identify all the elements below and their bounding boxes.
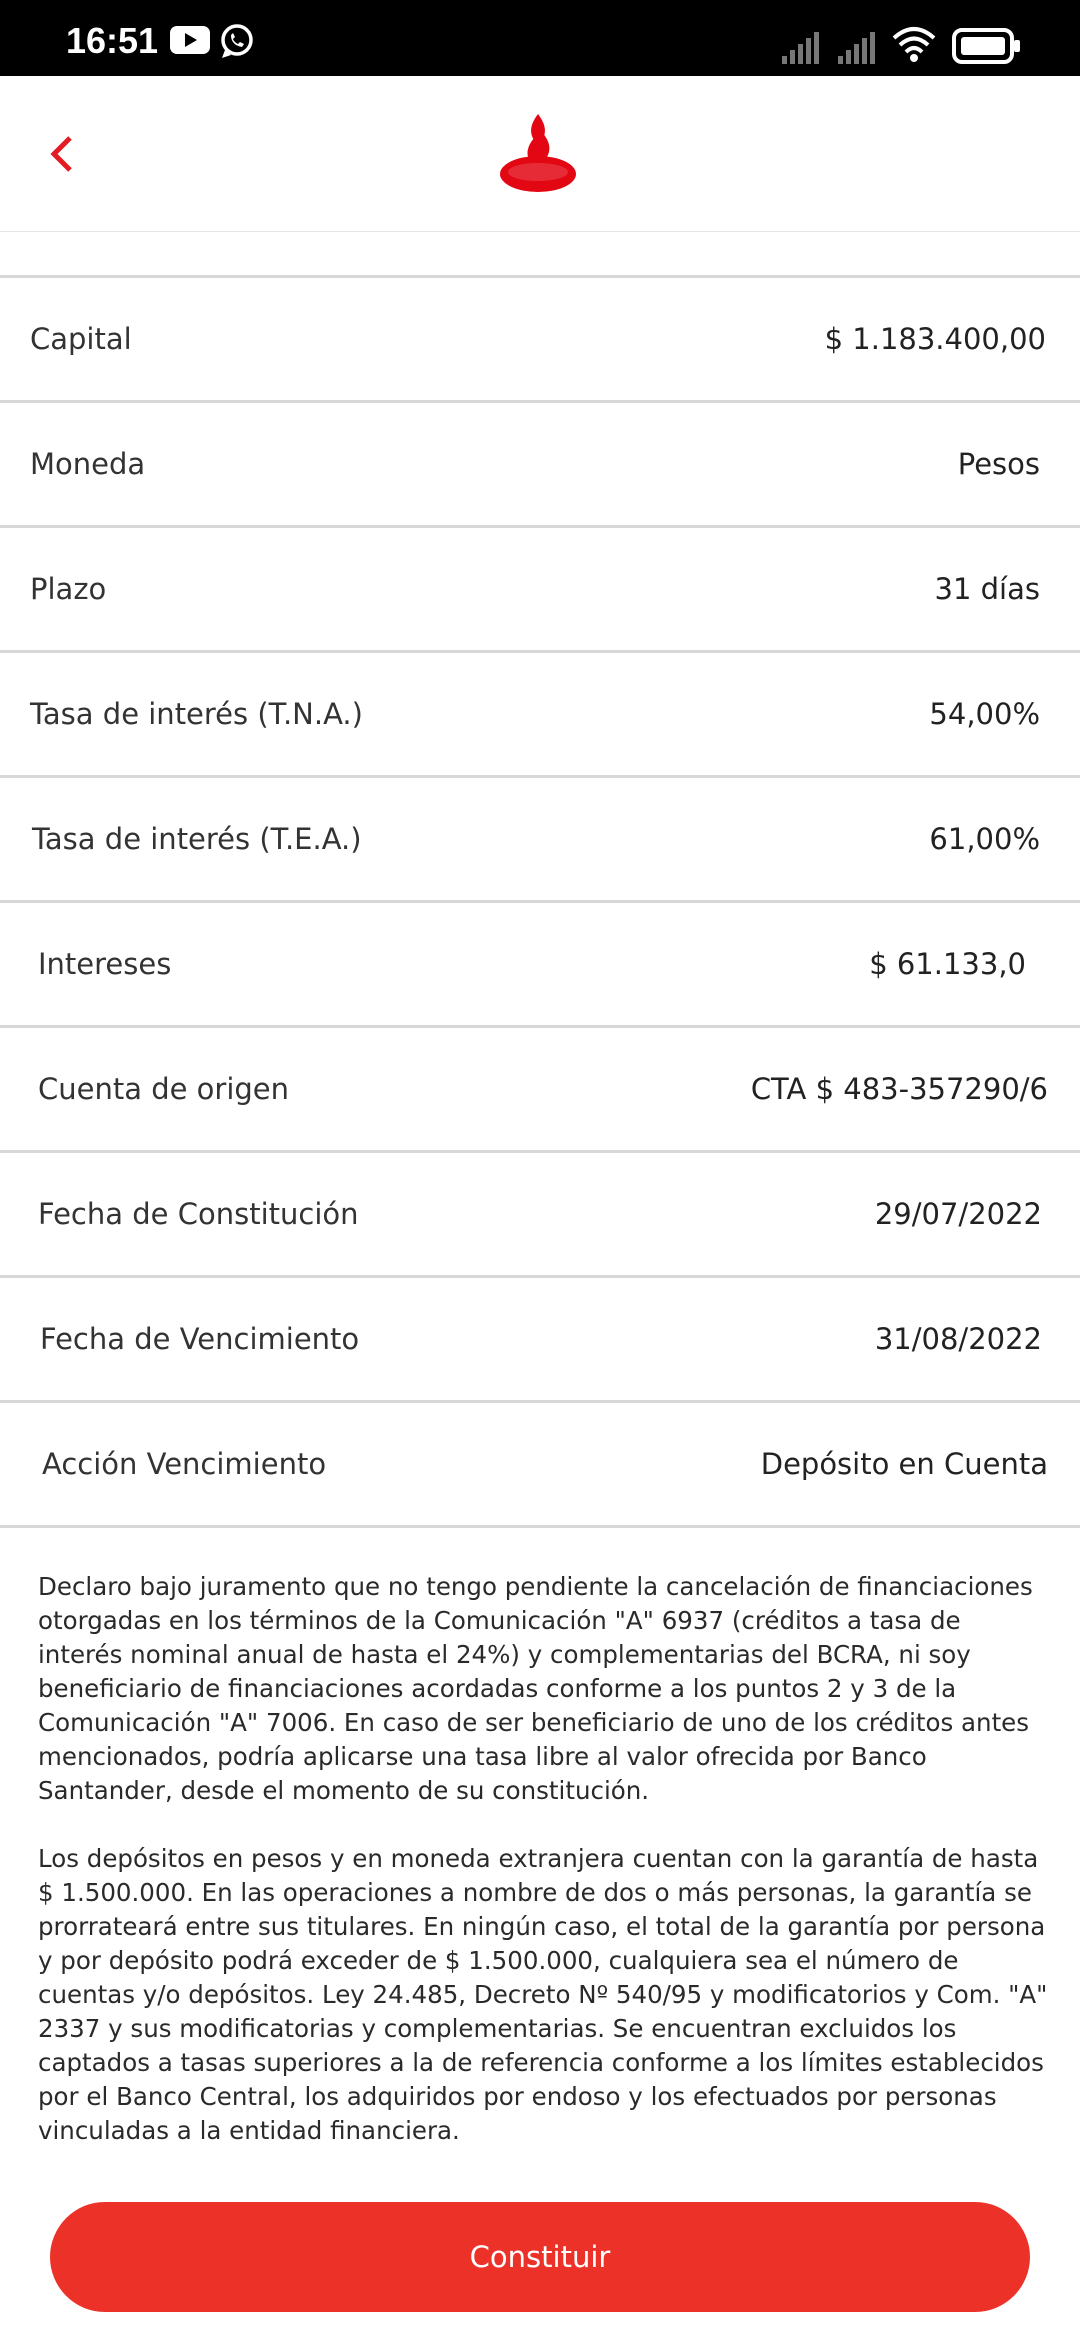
- row-value: 31 días: [934, 572, 1040, 606]
- detail-row-plazo: Plazo 31 días: [0, 528, 1080, 653]
- detail-row-intereses: Intereses $ 61.133,0: [0, 903, 1080, 1028]
- status-time: 16:51: [66, 20, 159, 61]
- detail-row-moneda: Moneda Pesos: [0, 403, 1080, 528]
- row-label: Acción Vencimiento: [42, 1447, 327, 1481]
- row-value: CTA $ 483-357290/6: [750, 1072, 1048, 1106]
- row-value: 54,00%: [929, 697, 1040, 731]
- row-value: Depósito en Cuenta: [760, 1447, 1048, 1481]
- youtube-icon: [170, 26, 210, 58]
- row-label: Tasa de interés (T.E.A.): [32, 822, 362, 856]
- app-header: [0, 76, 1080, 232]
- row-value: 31/08/2022: [874, 1322, 1042, 1356]
- row-value: 29/07/2022: [874, 1197, 1042, 1231]
- row-label: Moneda: [30, 447, 146, 481]
- disclaimer-paragraph: Declaro bajo juramento que no tengo pend…: [38, 1572, 1033, 1805]
- battery-icon: [952, 28, 1022, 68]
- row-label: Tasa de interés (T.N.A.): [30, 697, 363, 731]
- row-value: $ 1.183.400,00: [824, 322, 1046, 356]
- row-label: Capital: [30, 322, 132, 356]
- signal-icon: [838, 30, 880, 68]
- detail-row-capital: Capital $ 1.183.400,00: [0, 278, 1080, 403]
- back-button[interactable]: [30, 122, 94, 186]
- whatsapp-icon: [218, 22, 256, 64]
- detail-row-cuenta-origen: Cuenta de origen CTA $ 483-357290/6: [0, 1028, 1080, 1153]
- detail-row-fecha-constitucion: Fecha de Constitución 29/07/2022: [0, 1153, 1080, 1278]
- santander-flame-logo: [496, 108, 580, 202]
- row-label: Cuenta de origen: [38, 1072, 290, 1106]
- signal-icon: [782, 30, 824, 68]
- row-value: $ 61.133,0: [869, 947, 1026, 981]
- legal-disclaimer: Declaro bajo juramento que no tengo pend…: [38, 1570, 1048, 2182]
- detail-row-tea: Tasa de interés (T.E.A.) 61,00%: [0, 778, 1080, 903]
- row-label: Plazo: [30, 572, 107, 606]
- detail-row-tna: Tasa de interés (T.N.A.) 54,00%: [0, 653, 1080, 778]
- status-bar: 16:51: [0, 0, 1080, 76]
- chevron-left-icon: [50, 136, 72, 172]
- disclaimer-paragraph: Los depósitos en pesos y en moneda extra…: [38, 1844, 1048, 2145]
- detail-row-fecha-vencimiento: Fecha de Vencimiento 31/08/2022: [0, 1278, 1080, 1403]
- row-value: 61,00%: [929, 822, 1040, 856]
- row-value: Pesos: [957, 447, 1040, 481]
- row-label: Fecha de Constitución: [38, 1197, 359, 1231]
- row-label: Fecha de Vencimiento: [40, 1322, 360, 1356]
- wifi-icon: [892, 26, 936, 68]
- detail-row-accion-vencimiento: Acción Vencimiento Depósito en Cuenta: [0, 1403, 1080, 1528]
- row-label: Intereses: [38, 947, 172, 981]
- scrolled-row-partial: [0, 232, 1080, 278]
- constituir-button[interactable]: Constituir: [50, 2202, 1030, 2312]
